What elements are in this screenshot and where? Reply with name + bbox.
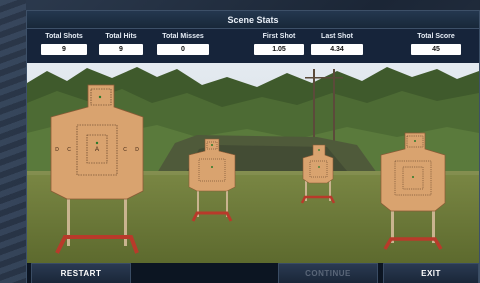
target-zone-c: C <box>123 147 127 153</box>
stat-first-shot: First Shot 1.05 <box>254 32 304 60</box>
stat-label: Total Score <box>417 33 455 40</box>
stat-total-hits: Total Hits 9 <box>99 32 143 60</box>
range-illustration: A C C D D <box>27 63 479 263</box>
stats-row: Total Shots 9 Total Hits 9 Total Misses … <box>27 29 479 63</box>
target-zone-c: C <box>67 147 71 153</box>
panel-title: Scene Stats <box>27 11 479 29</box>
target-zone-a: A <box>95 147 99 153</box>
target-zone-d: D <box>55 147 59 153</box>
stat-value: 1.05 <box>254 44 304 55</box>
scene-stats-panel: Scene Stats Total Shots 9 Total Hits 9 T… <box>26 10 480 283</box>
stat-value: 45 <box>411 44 461 55</box>
stat-last-shot: Last Shot 4.34 <box>311 32 363 60</box>
stat-total-misses: Total Misses 0 <box>157 32 209 60</box>
restart-button[interactable]: RESTART <box>31 263 131 283</box>
target-zone-d: D <box>135 147 139 153</box>
stat-label: Total Misses <box>162 33 204 40</box>
continue-button[interactable]: CONTINUE <box>278 263 378 283</box>
stat-value: 0 <box>157 44 209 55</box>
exit-button[interactable]: EXIT <box>383 263 479 283</box>
stat-label: First Shot <box>262 33 296 40</box>
stat-value: 9 <box>99 44 143 55</box>
stat-total-score: Total Score 45 <box>411 32 461 60</box>
stat-total-shots: Total Shots 9 <box>41 32 87 60</box>
stat-label: Total Shots <box>45 33 83 40</box>
shooting-range-scene: A C C D D <box>27 63 479 263</box>
stat-value: 9 <box>41 44 87 55</box>
stat-label: Total Hits <box>105 33 137 40</box>
stat-label: Last Shot <box>321 33 353 40</box>
stat-value: 4.34 <box>311 44 363 55</box>
action-bar: RESTART CONTINUE EXIT <box>27 263 479 283</box>
